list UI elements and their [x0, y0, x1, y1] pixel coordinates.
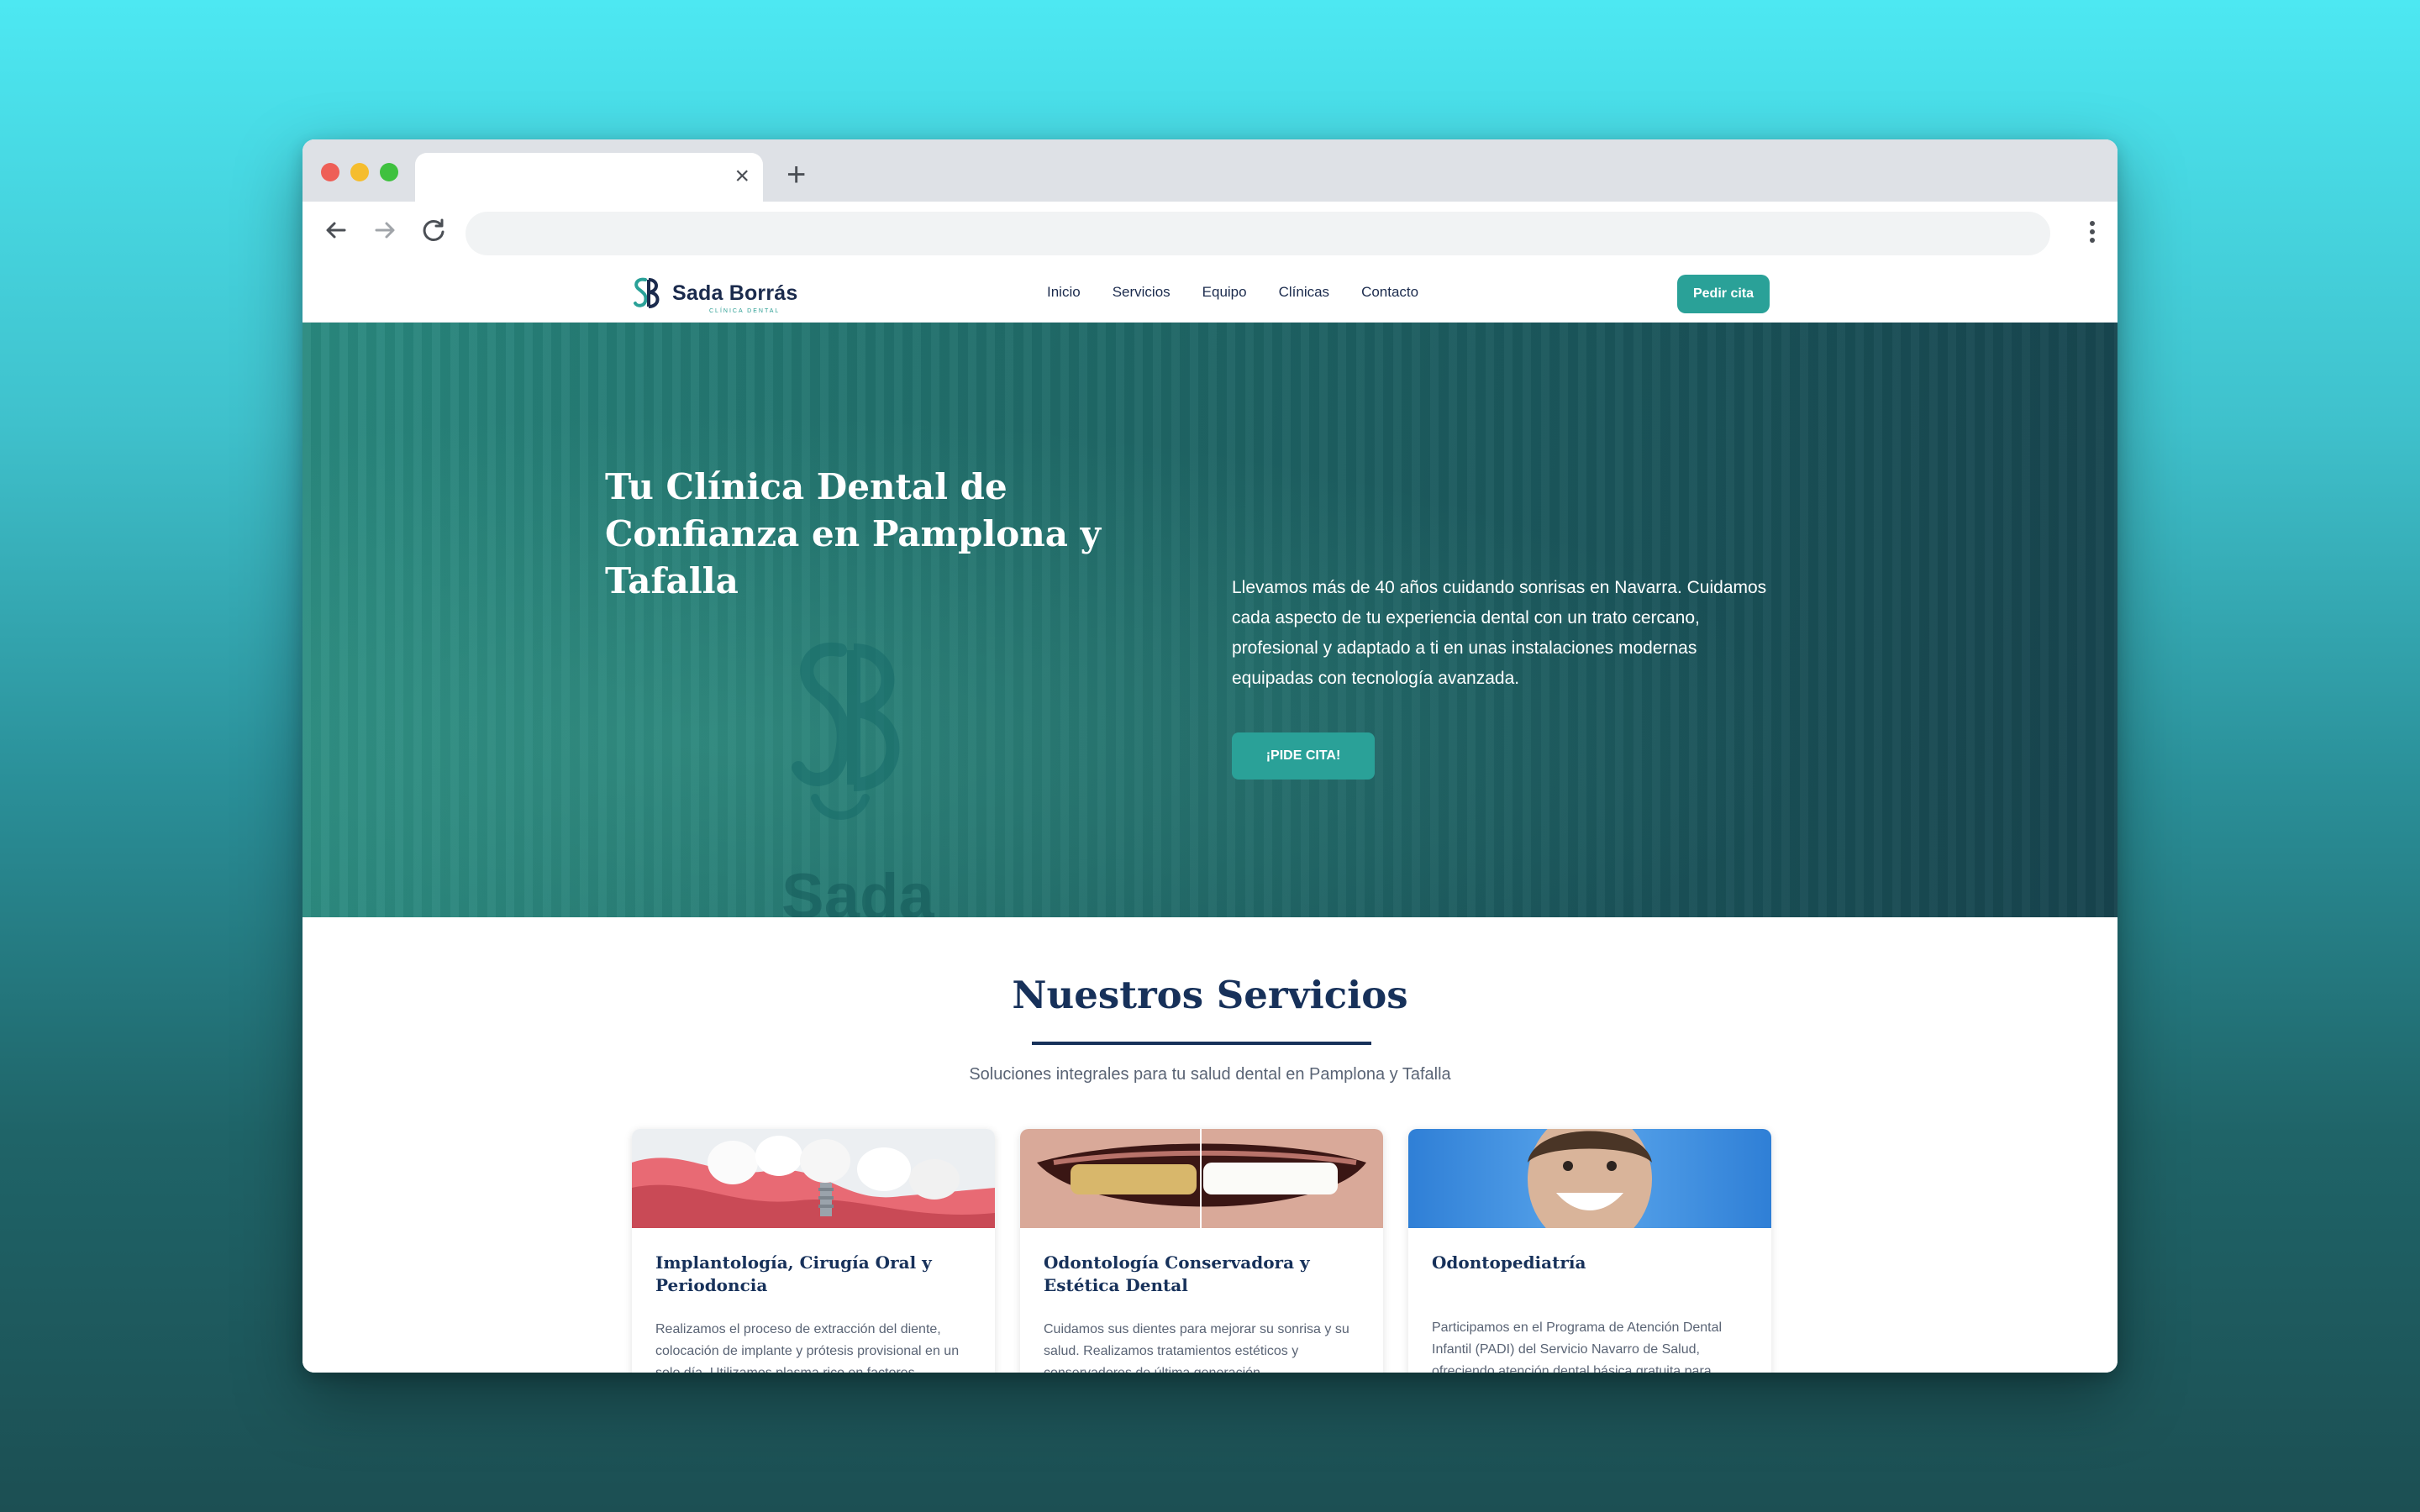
- main-nav: Inicio Servicios Equipo Clínicas Contact…: [1047, 262, 1450, 323]
- services-subtitle: Soluciones integrales para tu salud dent…: [969, 1065, 1451, 1084]
- address-bar[interactable]: [466, 212, 2050, 255]
- browser-window: × + Sada Borrás CLÍNICA DENTAL Inicio Se…: [302, 139, 2118, 1373]
- browser-menu-icon[interactable]: [2087, 215, 2097, 249]
- implant-image: [632, 1129, 995, 1228]
- nav-link-equipo[interactable]: Equipo: [1202, 284, 1247, 301]
- maximize-window-button[interactable]: [380, 163, 398, 181]
- page-viewport: Sada Borrás CLÍNICA DENTAL Inicio Servic…: [302, 262, 2118, 1373]
- site-header: Sada Borrás CLÍNICA DENTAL Inicio Servic…: [302, 262, 2118, 323]
- logo-subtitle: CLÍNICA DENTAL: [709, 307, 781, 314]
- hero-wall-sign-text: Sada: [781, 861, 934, 917]
- back-arrow-icon[interactable]: [319, 213, 353, 247]
- service-card-text: Realizamos el proceso de extracción del …: [655, 1322, 960, 1373]
- pide-cita-button[interactable]: ¡PIDE CITA!: [1232, 732, 1375, 780]
- pedir-cita-button[interactable]: Pedir cita: [1677, 275, 1770, 313]
- nav-link-servicios[interactable]: Servicios: [1113, 284, 1171, 301]
- browser-tab-active[interactable]: ×: [415, 153, 763, 202]
- hero-description: Llevamos más de 40 años cuidando sonrisa…: [1232, 578, 1767, 688]
- minimize-window-button[interactable]: [350, 163, 369, 181]
- nav-link-inicio[interactable]: Inicio: [1047, 284, 1081, 301]
- logo-monogram-icon: [634, 277, 660, 308]
- tab-bar: × +: [302, 139, 2118, 202]
- hero-title: Tu Clínica Dental de Confianza en Pamplo…: [605, 466, 1102, 601]
- new-tab-button[interactable]: +: [786, 153, 806, 197]
- close-window-button[interactable]: [321, 163, 339, 181]
- nav-link-contacto[interactable]: Contacto: [1361, 284, 1418, 301]
- service-card-title: Odontopediatría: [1432, 1252, 1586, 1273]
- service-card-title: Odontología Conservadora y Estética Dent…: [1044, 1252, 1310, 1295]
- logo-name: Sada Borrás: [672, 281, 798, 305]
- site-logo[interactable]: Sada Borrás CLÍNICA DENTAL: [630, 274, 798, 314]
- services-title-underline: [1032, 1042, 1371, 1045]
- browser-toolbar: [302, 202, 2118, 262]
- service-card-text: Cuidamos sus dientes para mejorar su son…: [1044, 1322, 1349, 1373]
- services-section: Nuestros Servicios Soluciones integrales…: [302, 917, 2118, 1373]
- services-title: Nuestros Servicios: [1012, 973, 1408, 1017]
- child-smiling-image: [1408, 1129, 1771, 1228]
- service-card-title: Implantología, Cirugía Oral y Periodonci…: [655, 1252, 932, 1295]
- smile-before-after-image: [1020, 1129, 1383, 1228]
- nav-link-clinicas[interactable]: Clínicas: [1279, 284, 1329, 301]
- service-card-estetica[interactable]: Odontología Conservadora y Estética Dent…: [1020, 1129, 1383, 1373]
- forward-arrow-icon[interactable]: [368, 213, 402, 247]
- hero-overlay: [302, 323, 2118, 917]
- hero-wall-logo-icon: [792, 642, 900, 820]
- service-card-odontopediatria[interactable]: Odontopediatría Participamos en el Progr…: [1408, 1129, 1771, 1373]
- tab-close-icon[interactable]: ×: [734, 161, 750, 192]
- hero-section: Sada Tu Clínica Dental de Confianza en P…: [302, 323, 2118, 917]
- service-card-implantologia[interactable]: Implantología, Cirugía Oral y Periodonci…: [632, 1129, 995, 1373]
- service-card-text: Participamos en el Programa de Atención …: [1432, 1320, 1723, 1373]
- reload-icon[interactable]: [417, 213, 450, 247]
